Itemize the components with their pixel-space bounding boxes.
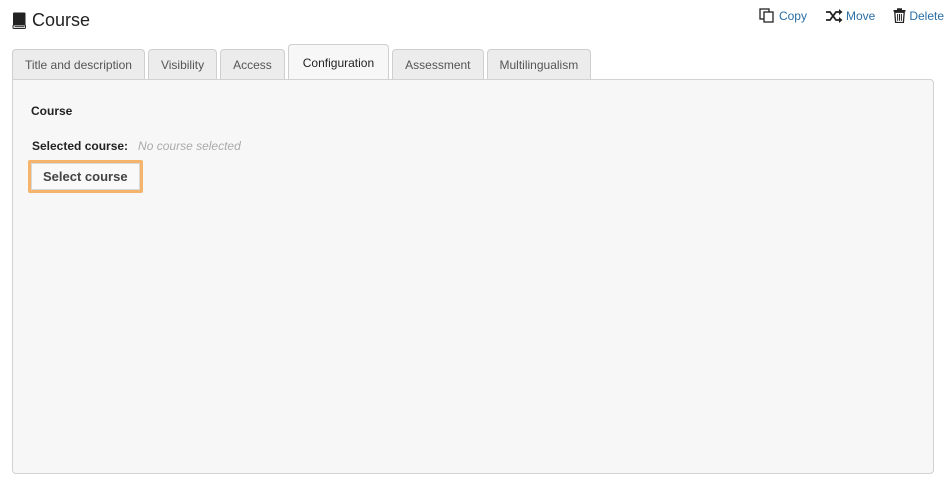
shuffle-icon bbox=[825, 8, 843, 23]
selected-course-label: Selected course: bbox=[32, 139, 129, 153]
tab-access[interactable]: Access bbox=[220, 49, 285, 80]
page: Course Copy Move Delete Title and descri… bbox=[0, 0, 951, 485]
page-header: Course bbox=[12, 9, 90, 31]
delete-button[interactable]: Delete bbox=[893, 8, 944, 23]
select-course-highlight: Select course bbox=[28, 160, 143, 193]
copy-button[interactable]: Copy bbox=[759, 8, 807, 23]
delete-label: Delete bbox=[909, 8, 944, 23]
book-icon bbox=[12, 12, 26, 29]
panel-heading: Course bbox=[31, 104, 73, 118]
copy-label: Copy bbox=[778, 8, 807, 23]
move-label: Move bbox=[845, 8, 876, 23]
trash-icon bbox=[893, 8, 906, 23]
configuration-panel: Course Selected course: No course select… bbox=[12, 79, 934, 474]
copy-icon bbox=[759, 8, 774, 23]
tab-multilingualism[interactable]: Multilingualism bbox=[486, 49, 592, 80]
tab-assessment[interactable]: Assessment bbox=[392, 49, 484, 80]
selected-course-value: No course selected bbox=[138, 139, 241, 153]
tab-visibility[interactable]: Visibility bbox=[147, 49, 218, 80]
move-button[interactable]: Move bbox=[825, 8, 875, 23]
tab-title-and-description[interactable]: Title and description bbox=[12, 49, 145, 80]
selected-course-row: Selected course: No course selected bbox=[32, 139, 241, 153]
tab-configuration[interactable]: Configuration bbox=[287, 44, 390, 81]
page-title: Course bbox=[32, 10, 91, 30]
tab-bar: Title and description Visibility Access … bbox=[12, 43, 592, 81]
select-course-button[interactable]: Select course bbox=[31, 163, 140, 190]
action-bar: Copy Move Delete bbox=[759, 8, 944, 23]
